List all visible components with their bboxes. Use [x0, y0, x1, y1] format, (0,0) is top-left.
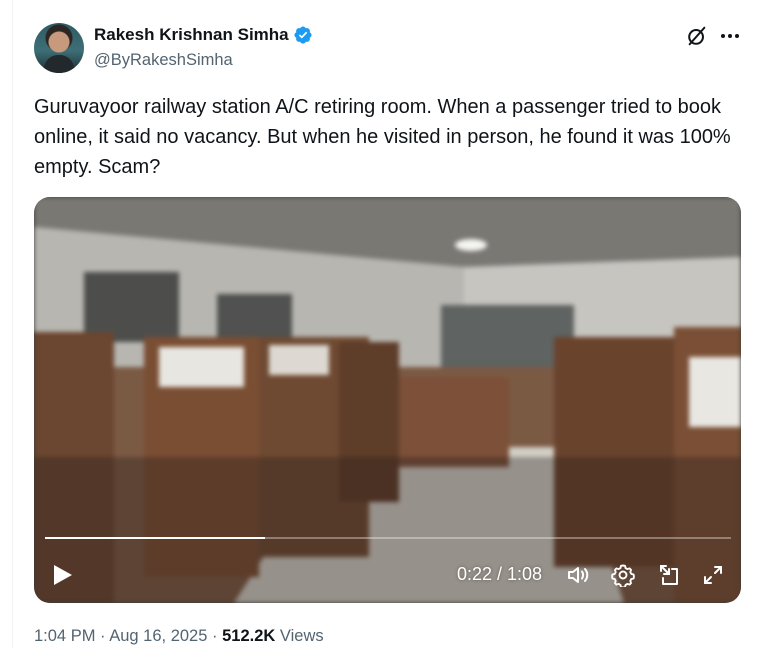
grok-icon[interactable]	[686, 25, 708, 47]
settings-gear-icon[interactable]	[611, 563, 635, 587]
author-handle[interactable]: @ByRakeshSimha	[94, 51, 233, 70]
author-row: Rakesh Krishnan Simha	[94, 25, 313, 45]
fullscreen-icon[interactable]	[701, 563, 725, 587]
avatar[interactable]	[34, 23, 84, 73]
play-icon[interactable]	[52, 563, 74, 587]
more-options-icon[interactable]	[719, 25, 741, 47]
meta-separator: ·	[212, 627, 218, 645]
video-player[interactable]: 0:22 / 1:08	[34, 197, 741, 603]
video-progress-fill	[45, 537, 265, 539]
author-name[interactable]: Rakesh Krishnan Simha	[94, 25, 289, 45]
picture-in-picture-icon[interactable]	[657, 563, 681, 587]
tweet-time[interactable]: 1:04 PM	[34, 627, 95, 645]
tweet-meta: 1:04 PM · Aug 16, 2025 · 512.2K Views	[34, 627, 324, 646]
tweet-text: Guruvayoor railway station A/C retiring …	[34, 96, 731, 178]
video-frame	[34, 197, 741, 603]
meta-separator: ·	[100, 627, 106, 645]
views-count[interactable]: 512.2K	[222, 627, 275, 645]
video-progress-bar[interactable]	[45, 537, 731, 539]
tweet-date[interactable]: Aug 16, 2025	[109, 627, 207, 645]
views-label: Views	[279, 627, 324, 645]
timeline-border	[12, 0, 13, 648]
verified-badge-icon	[294, 26, 312, 44]
video-time: 0:22 / 1:08	[457, 564, 543, 584]
volume-icon[interactable]	[566, 563, 590, 587]
